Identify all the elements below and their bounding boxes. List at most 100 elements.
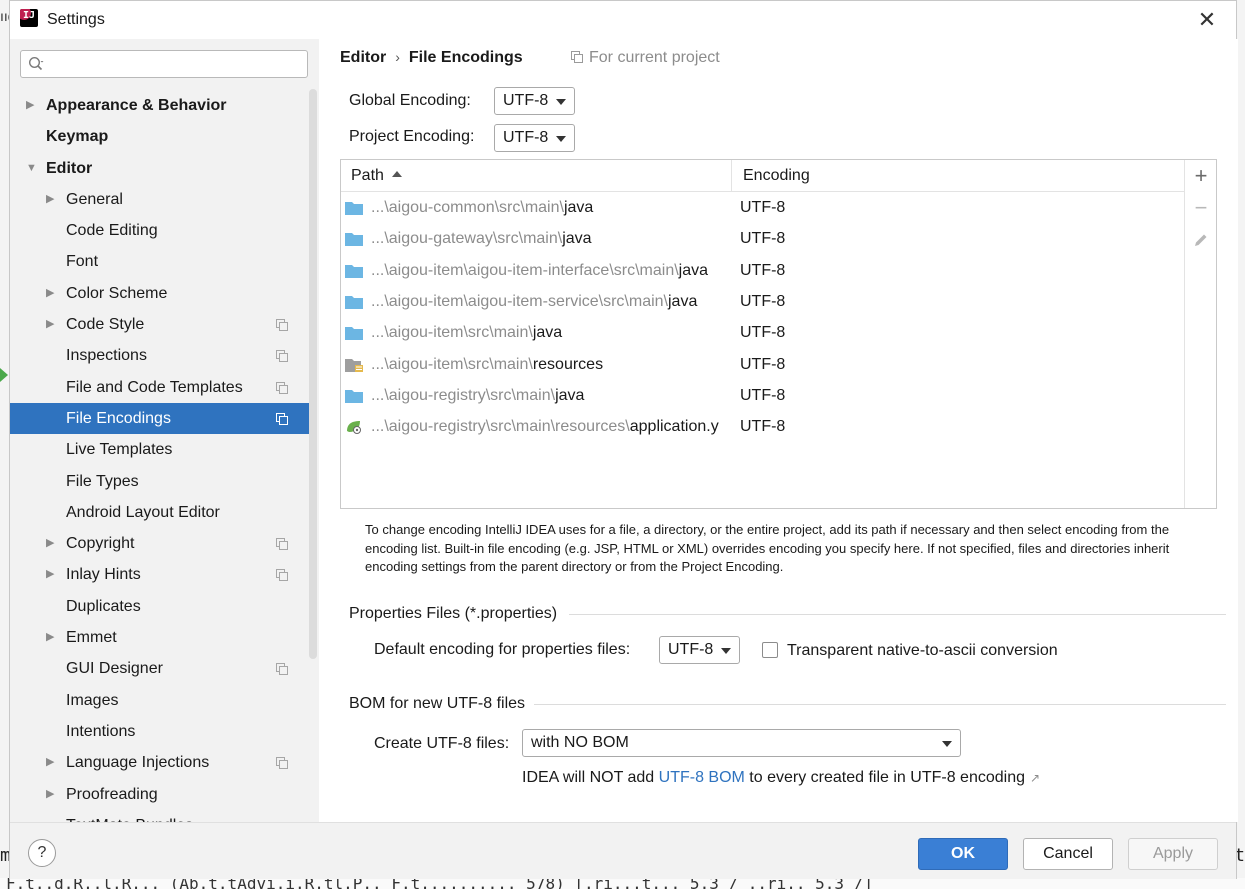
- chevron-right-icon[interactable]: ▶: [46, 779, 58, 810]
- add-icon[interactable]: +: [1191, 165, 1211, 187]
- row-encoding[interactable]: UTF-8: [740, 317, 785, 348]
- table-row[interactable]: ...\aigou-registry\src\main\java UTF-8: [341, 380, 1185, 411]
- sidebar-item-color-scheme[interactable]: ▶ Color Scheme: [10, 278, 310, 309]
- sidebar-item-font[interactable]: Font: [10, 246, 310, 277]
- global-encoding-value: UTF-8: [503, 92, 549, 109]
- project-encoding-select[interactable]: UTF-8: [494, 124, 575, 152]
- table-row[interactable]: ...\aigou-registry\src\main\resources\ap…: [341, 411, 1185, 442]
- row-encoding[interactable]: UTF-8: [740, 380, 785, 411]
- row-path-prefix: ...\aigou-registry\src\main\resources\: [371, 418, 630, 436]
- cancel-button[interactable]: Cancel: [1023, 838, 1113, 870]
- sidebar-item-file-and-code-templates[interactable]: File and Code Templates: [10, 372, 310, 403]
- row-encoding[interactable]: UTF-8: [740, 223, 785, 254]
- sidebar-item-editor[interactable]: ▼ Editor: [10, 153, 310, 184]
- properties-encoding-value: UTF-8: [668, 641, 714, 658]
- row-encoding[interactable]: UTF-8: [740, 411, 785, 442]
- table-row[interactable]: ...\aigou-item\aigou-item-interface\src\…: [341, 255, 1185, 286]
- folder-icon: [345, 202, 363, 215]
- folder-icon: [345, 389, 363, 403]
- window-title: Settings: [47, 11, 105, 28]
- global-encoding-select[interactable]: UTF-8: [494, 87, 575, 115]
- table-row[interactable]: ...\aigou-gateway\src\main\java UTF-8: [341, 223, 1185, 254]
- row-path-name: java: [563, 199, 594, 216]
- for-current-project-label: For current project: [589, 49, 720, 66]
- sidebar-item-general[interactable]: ▶ General: [10, 184, 310, 215]
- file-encodings-panel: Editor › File Encodings For current projec…: [319, 39, 1238, 822]
- table-row[interactable]: ...\aigou-item\src\main\java UTF-8: [341, 317, 1185, 348]
- chevron-right-icon[interactable]: ▶: [46, 278, 58, 309]
- sidebar-item-label: Appearance & Behavior: [46, 97, 227, 114]
- sidebar-item-inlay-hints[interactable]: ▶ Inlay Hints: [10, 559, 310, 590]
- sidebar-item-keymap[interactable]: Keymap: [10, 121, 310, 152]
- sidebar-item-label: Duplicates: [66, 597, 141, 615]
- sidebar-item-textmate-bundles[interactable]: TextMate Bundles: [10, 810, 310, 822]
- column-header-encoding[interactable]: Encoding: [743, 167, 810, 185]
- bom-note: IDEA will NOT add UTF-8 BOM to every cre…: [522, 769, 1040, 787]
- column-header-path[interactable]: Path: [351, 167, 402, 185]
- sidebar-item-file-encodings[interactable]: File Encodings: [10, 402, 310, 435]
- row-encoding[interactable]: UTF-8: [740, 192, 785, 223]
- chevron-down-icon: [942, 741, 952, 747]
- settings-search-input[interactable]: [20, 50, 308, 78]
- utf8-bom-link[interactable]: UTF-8 BOM: [659, 769, 745, 786]
- project-scope-icon: [276, 350, 288, 363]
- ok-button[interactable]: OK: [918, 838, 1008, 870]
- chevron-right-icon[interactable]: ▶: [26, 90, 38, 121]
- sidebar-item-code-editing[interactable]: Code Editing: [10, 215, 310, 246]
- column-divider[interactable]: [731, 160, 732, 192]
- table-row[interactable]: ...\aigou-item\src\main\resources UTF-8: [341, 349, 1185, 380]
- help-button[interactable]: ?: [28, 839, 56, 867]
- row-encoding[interactable]: UTF-8: [740, 255, 785, 286]
- bom-mode-select[interactable]: with NO BOM: [522, 729, 961, 757]
- sidebar-item-label: Code Style: [66, 316, 145, 334]
- row-path-name: java: [532, 324, 563, 342]
- folder-icon: [345, 295, 363, 309]
- sidebar-item-gui-designer[interactable]: GUI Designer: [10, 653, 310, 684]
- sidebar-item-label: TextMate Bundles: [66, 810, 193, 822]
- breadcrumb-parent[interactable]: Editor: [340, 49, 386, 66]
- properties-encoding-select[interactable]: UTF-8: [659, 636, 740, 664]
- bom-section-divider: [534, 704, 1226, 705]
- sidebar-item-proofreading[interactable]: ▶ Proofreading: [10, 779, 310, 810]
- chevron-right-icon[interactable]: ▶: [46, 184, 58, 215]
- row-path-name: application.y: [629, 418, 719, 436]
- row-path: ...\aigou-registry\src\main\resources\ap…: [371, 411, 732, 442]
- edit-icon[interactable]: [1191, 230, 1211, 250]
- for-current-project-note: For current project: [571, 49, 720, 67]
- sidebar-scrollbar[interactable]: [309, 89, 317, 659]
- table-row[interactable]: ...\aigou-common\src\main\java UTF-8: [341, 192, 1185, 223]
- transparent-native-to-ascii-label[interactable]: Transparent native-to-ascii conversion: [787, 642, 1058, 660]
- sidebar-item-images[interactable]: Images: [10, 685, 310, 716]
- sidebar-item-copyright[interactable]: ▶ Copyright: [10, 528, 310, 559]
- apply-button[interactable]: Apply: [1128, 838, 1218, 870]
- transparent-native-to-ascii-checkbox[interactable]: [762, 642, 778, 658]
- chevron-right-icon[interactable]: ▶: [46, 528, 58, 559]
- chevron-right-icon[interactable]: ▶: [46, 747, 58, 778]
- row-path-prefix: ...\aigou-item\src\main\: [371, 355, 533, 373]
- sidebar-item-code-style[interactable]: ▶ Code Style: [10, 309, 310, 340]
- sidebar-item-file-types[interactable]: File Types: [10, 466, 310, 497]
- sidebar-item-duplicates[interactable]: Duplicates: [10, 591, 310, 622]
- table-row[interactable]: ...\aigou-item\aigou-item-service\src\ma…: [341, 286, 1185, 317]
- chevron-right-icon[interactable]: ▶: [46, 559, 58, 590]
- row-path-prefix: ...\aigou-registry\src\main\: [371, 386, 556, 404]
- intellij-app-icon: IJ: [20, 9, 38, 27]
- sidebar-item-android-layout-editor[interactable]: Android Layout Editor: [10, 497, 310, 528]
- row-encoding[interactable]: UTF-8: [740, 286, 785, 317]
- sidebar-item-live-templates[interactable]: Live Templates: [10, 434, 310, 465]
- row-encoding[interactable]: UTF-8: [740, 349, 785, 380]
- remove-icon[interactable]: −: [1191, 197, 1211, 219]
- close-icon[interactable]: ✕: [1196, 9, 1218, 31]
- background-editor-text: F.t..d.R..l.R... (Ab.t.tAdvi.i.R.tl.P.. …: [6, 878, 873, 889]
- sidebar-item-emmet[interactable]: ▶ Emmet: [10, 622, 310, 653]
- row-path-name: java: [678, 261, 709, 279]
- sidebar-item-language-injections[interactable]: ▶ Language Injections: [10, 747, 310, 778]
- sidebar-item-intentions[interactable]: Intentions: [10, 716, 310, 747]
- sidebar-item-inspections[interactable]: Inspections: [10, 340, 310, 371]
- external-link-icon: ↗: [1030, 771, 1041, 785]
- chevron-right-icon[interactable]: ▶: [46, 622, 58, 653]
- row-path-name: java: [562, 230, 592, 248]
- chevron-down-icon[interactable]: ▼: [26, 153, 38, 184]
- chevron-right-icon[interactable]: ▶: [46, 309, 58, 340]
- sidebar-item-appearance-behavior[interactable]: ▶ Appearance & Behavior: [10, 90, 310, 121]
